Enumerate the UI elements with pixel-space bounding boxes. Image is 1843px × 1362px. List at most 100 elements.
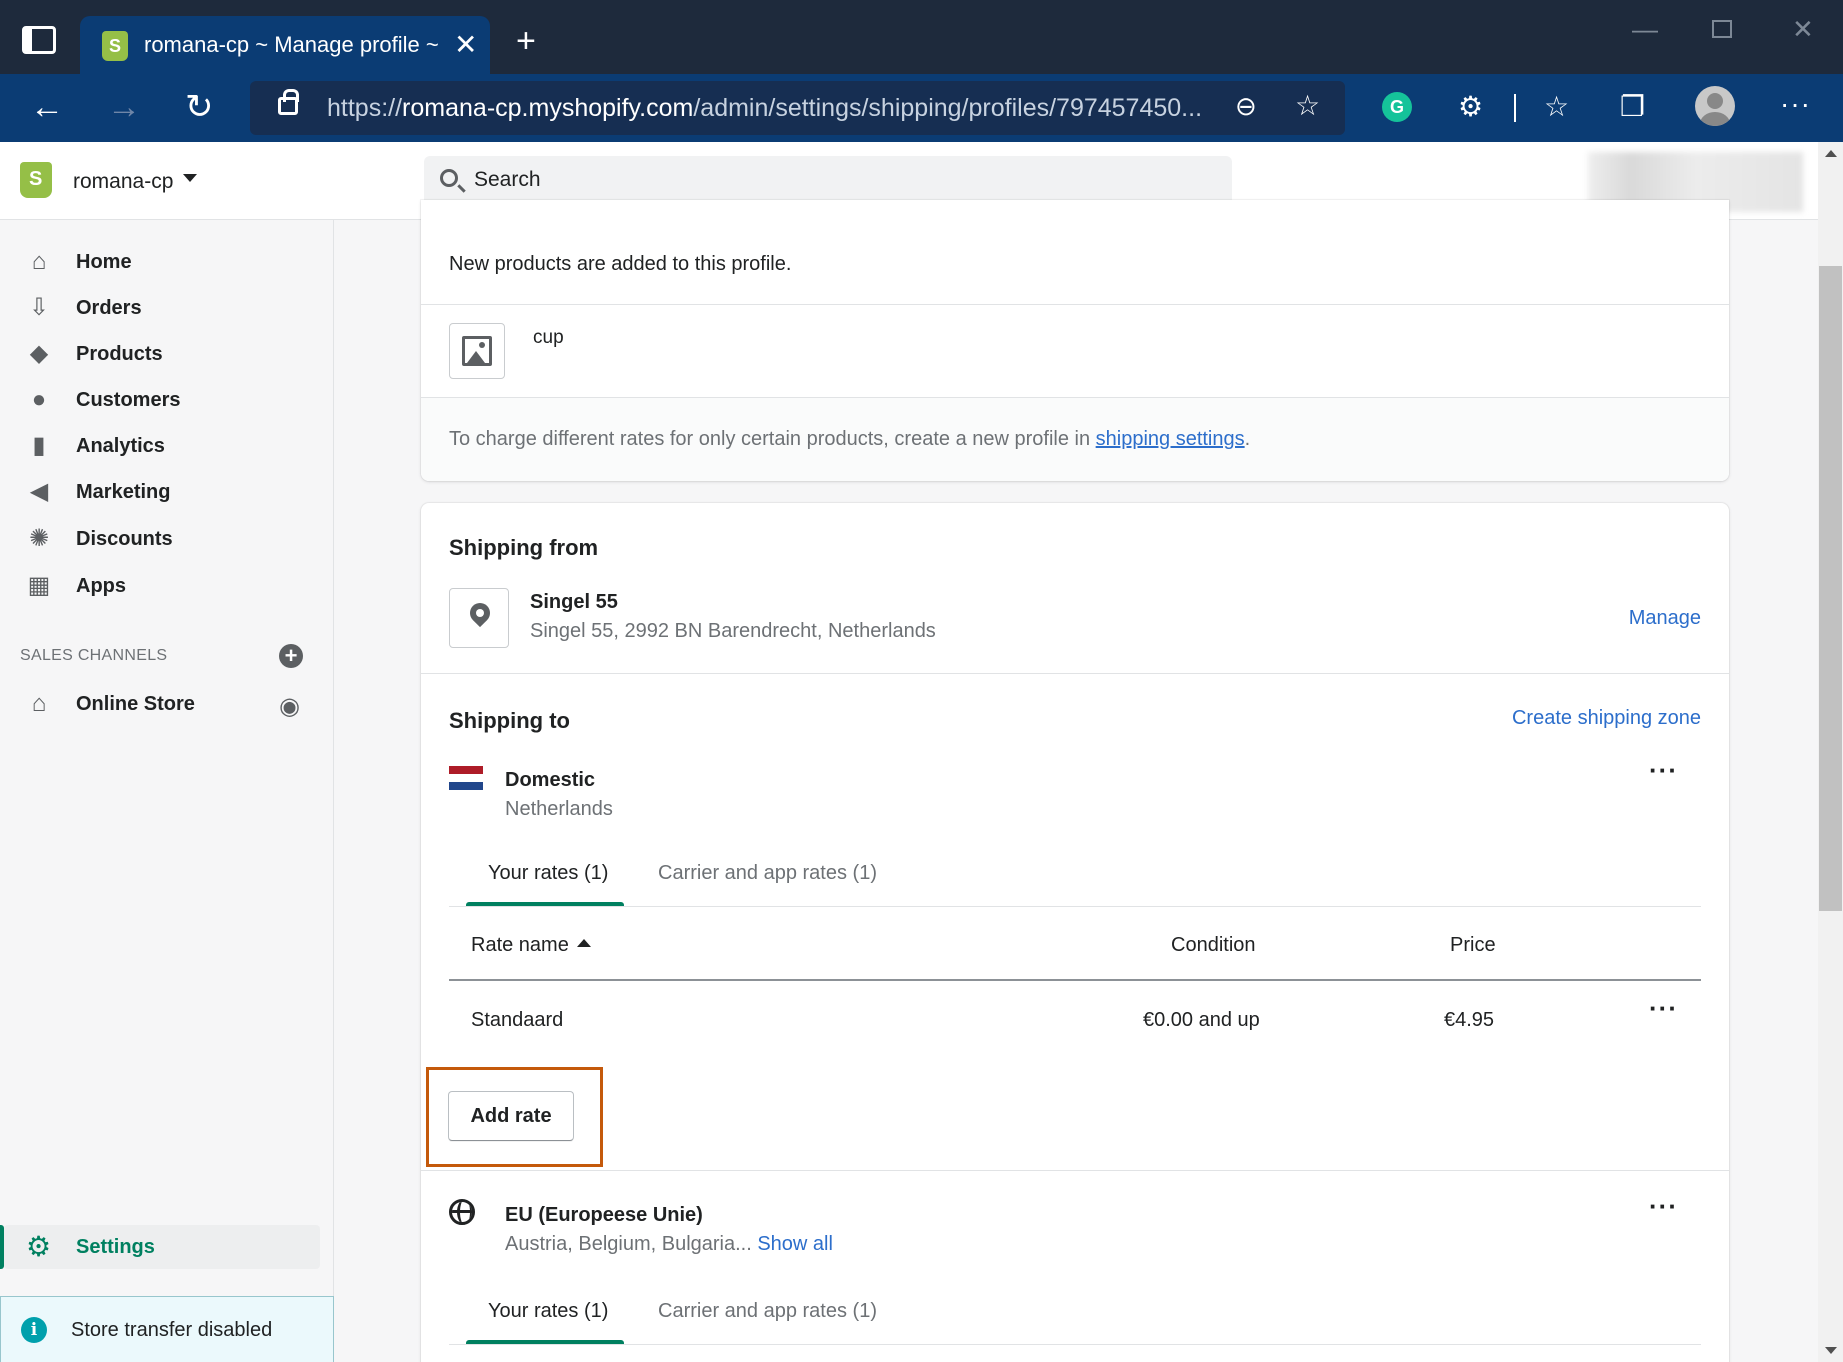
zone-actions-icon[interactable]: ···: [1649, 1191, 1678, 1222]
scroll-up-icon[interactable]: [1825, 150, 1837, 157]
tab-actions-icon[interactable]: [22, 26, 56, 54]
zone-actions-icon[interactable]: ···: [1649, 755, 1678, 786]
search-bar[interactable]: [424, 156, 1232, 206]
shipping-card: Shipping from Singel 55 Singel 55, 2992 …: [421, 503, 1729, 1362]
forward-icon[interactable]: →: [107, 90, 141, 124]
th-price: Price: [1450, 934, 1496, 956]
megaphone-icon: ◀: [29, 478, 49, 505]
nav-label: Marketing: [76, 481, 171, 503]
info-icon: i: [21, 1317, 47, 1343]
browser-tab-bar: romana-cp ~ Manage profile ~ S ✕ + — ✕: [0, 0, 1843, 74]
divider: [421, 1170, 1729, 1171]
home-icon: ⌂: [31, 248, 47, 275]
collections-icon[interactable]: ❐: [1620, 92, 1645, 122]
zone-countries: Austria, Belgium, Bulgaria... Show all: [505, 1233, 833, 1255]
page-scrollbar[interactable]: [1818, 142, 1843, 1362]
nav-marketing[interactable]: ◀ Marketing: [0, 470, 334, 514]
more-options-icon[interactable]: ···: [1780, 88, 1811, 120]
extensions-icon[interactable]: ⚙: [1458, 92, 1483, 122]
caret-down-icon[interactable]: [183, 174, 197, 182]
location-pin-icon: [449, 588, 509, 648]
rate-price-cell: €4.95: [1444, 1009, 1495, 1031]
tab-carrier-rates[interactable]: Carrier and app rates (1): [658, 1300, 877, 1323]
tabs-divider: [449, 1344, 1701, 1345]
product-name[interactable]: cup: [533, 327, 564, 349]
tab-your-rates[interactable]: Your rates (1): [488, 862, 608, 885]
show-all-link[interactable]: Show all: [757, 1233, 833, 1255]
close-window-icon[interactable]: ✕: [1792, 14, 1814, 45]
profile-avatar[interactable]: [1695, 86, 1735, 126]
bar-chart-icon: ▮: [32, 432, 46, 459]
nav-label: Settings: [76, 1236, 155, 1258]
favorites-icon[interactable]: ☆: [1544, 92, 1569, 122]
close-tab-icon[interactable]: ✕: [454, 28, 477, 61]
nav-home[interactable]: ⌂ Home: [0, 240, 334, 284]
create-shipping-zone-link[interactable]: Create shipping zone: [1512, 707, 1701, 730]
nav-products[interactable]: ◆ Products: [0, 332, 334, 376]
nav-customers[interactable]: ● Customers: [0, 378, 334, 422]
zone-name: EU (Europeese Unie): [505, 1204, 703, 1226]
view-store-eye-icon[interactable]: ◉: [279, 692, 300, 721]
th-condition: Condition: [1171, 934, 1256, 956]
url-text[interactable]: https://romana-cp.myshopify.com/admin/se…: [327, 94, 1227, 123]
divider: [421, 304, 1729, 305]
tab-carrier-rates[interactable]: Carrier and app rates (1): [658, 862, 877, 885]
zone-countries: Netherlands: [505, 798, 613, 820]
nav-settings[interactable]: ⚙ Settings: [0, 1225, 320, 1269]
rate-actions-icon[interactable]: ···: [1649, 993, 1678, 1024]
browser-tab[interactable]: romana-cp ~ Manage profile ~ S ✕: [80, 16, 490, 74]
nav-discounts[interactable]: ✺ Discounts: [0, 517, 334, 561]
nav-label: Online Store: [76, 693, 195, 715]
add-rate-highlight-box: [426, 1067, 603, 1167]
charge-note: To charge different rates for only certa…: [449, 428, 1251, 450]
scroll-down-icon[interactable]: [1825, 1347, 1837, 1354]
nav-label: Apps: [76, 575, 126, 597]
back-icon[interactable]: ←: [30, 90, 64, 124]
zone-name: Domestic: [505, 769, 596, 791]
shopify-logo-icon[interactable]: [20, 162, 52, 198]
new-tab-icon[interactable]: +: [516, 24, 536, 58]
address-bar-row: ← → ↻ https://romana-cp.myshopify.com/ad…: [0, 74, 1843, 142]
rate-name-cell: Standaard: [471, 1009, 564, 1031]
lock-icon[interactable]: [278, 89, 299, 115]
divider: [421, 673, 1729, 674]
nav-orders[interactable]: ⇩ Orders: [0, 286, 334, 330]
manage-location-link[interactable]: Manage: [1629, 607, 1701, 630]
nav-analytics[interactable]: ▮ Analytics: [0, 424, 334, 468]
add-favorite-icon[interactable]: ☆: [1295, 89, 1320, 122]
discount-icon: ✺: [28, 525, 50, 552]
new-products-note: New products are added to this profile.: [449, 253, 792, 275]
nav-apps[interactable]: ▦ Apps: [0, 564, 334, 608]
scrollbar-thumb[interactable]: [1819, 266, 1842, 911]
store-icon: ⌂: [31, 690, 47, 717]
shipping-settings-link[interactable]: shipping settings: [1096, 428, 1245, 450]
toolbar-divider: [1514, 94, 1516, 122]
store-transfer-banner[interactable]: i Store transfer disabled: [0, 1296, 334, 1362]
refresh-icon[interactable]: ↻: [185, 90, 214, 124]
th-rate-name[interactable]: Rate name: [471, 934, 591, 957]
maximize-icon[interactable]: [1712, 20, 1732, 38]
orders-icon: ⇩: [28, 294, 50, 321]
sort-ascending-icon: [576, 939, 591, 947]
store-transfer-label: Store transfer disabled: [71, 1319, 273, 1341]
minimize-icon[interactable]: —: [1632, 14, 1658, 45]
url-field[interactable]: https://romana-cp.myshopify.com/admin/se…: [250, 81, 1345, 135]
store-switcher[interactable]: romana-cp: [73, 170, 173, 194]
tab-your-rates[interactable]: Your rates (1): [488, 1300, 608, 1323]
nav-label: Discounts: [76, 528, 173, 550]
table-header-divider: [449, 979, 1701, 981]
product-thumbnail[interactable]: [449, 323, 505, 379]
globe-icon: [449, 1199, 475, 1225]
admin-sidebar: ⌂ Home ⇩ Orders ◆ Products ● Customers ▮…: [0, 220, 334, 1362]
zoom-icon[interactable]: ⊖: [1235, 91, 1257, 122]
rate-condition-cell: €0.00 and up: [1143, 1009, 1260, 1031]
location-name: Singel 55: [530, 591, 618, 613]
grammarly-extension-icon[interactable]: G: [1382, 92, 1412, 122]
search-input[interactable]: [474, 168, 1174, 192]
sales-channels-heading: SALES CHANNELS: [20, 647, 168, 664]
add-channel-icon[interactable]: +: [279, 644, 303, 668]
tabs-divider: [449, 906, 1701, 907]
nav-label: Customers: [76, 389, 181, 411]
nav-label: Orders: [76, 297, 142, 319]
nav-label: Analytics: [76, 435, 165, 457]
